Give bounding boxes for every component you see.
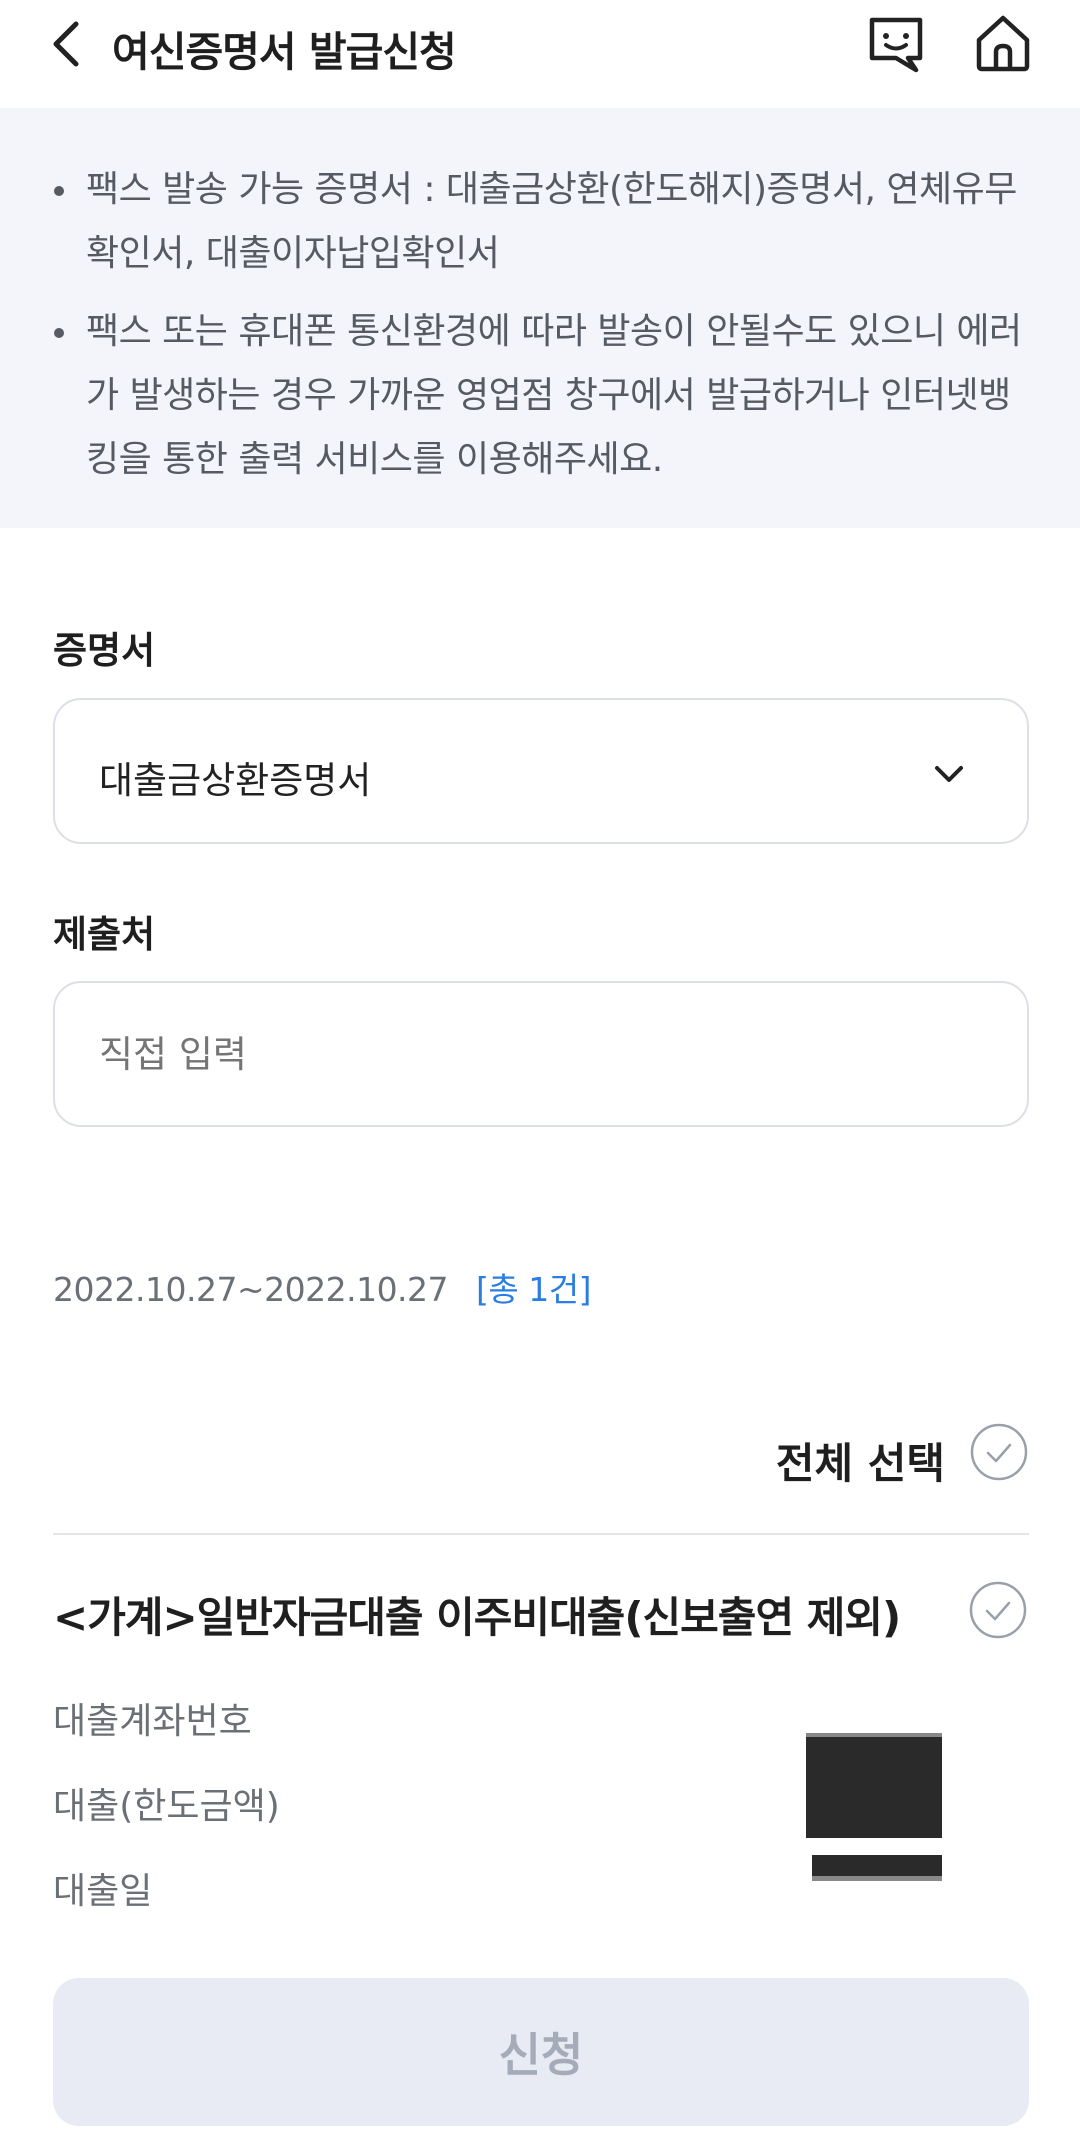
certificate-select[interactable]: 대출금상환증명서: [53, 698, 1029, 844]
notice-item: 팩스 발송 가능 증명서 : 대출금상환(한도해지)증명서, 연체유무 확인서,…: [50, 158, 1030, 286]
check-circle-icon: [970, 1423, 1028, 1481]
bullet: [54, 328, 64, 338]
loan-account-label: 대출계좌번호: [53, 1701, 252, 1742]
back-button[interactable]: [40, 14, 100, 74]
recipient-label: 제출처: [53, 913, 156, 956]
home-button[interactable]: [970, 10, 1036, 76]
chevron-down-icon: [935, 766, 963, 782]
loan-title: <가계>일반자금대출 이주비대출(신보출연 제외): [53, 1593, 901, 1642]
redacted-block: [806, 1733, 942, 1838]
recipient-input[interactable]: [99, 1033, 979, 1076]
period-count: [총 1건]: [476, 1270, 592, 1309]
app-header: 여신증명서 발급신청: [0, 0, 1080, 108]
chatbot-button[interactable]: [864, 12, 928, 76]
loan-date-label: 대출일: [53, 1871, 153, 1912]
period-range: 2022.10.27~2022.10.27: [53, 1270, 449, 1309]
page-title: 여신증명서 발급신청: [112, 28, 457, 76]
period-info: 2022.10.27~2022.10.27 [총 1건]: [53, 1263, 592, 1311]
redacted-block: [812, 1855, 942, 1881]
select-all-label: 전체 선택: [775, 1439, 945, 1488]
notice-item: 팩스 또는 휴대폰 통신환경에 따라 발송이 안될수도 있으니 에러가 발생하는…: [50, 300, 1030, 492]
apply-button[interactable]: 신청: [53, 1978, 1029, 2126]
certificate-label: 증명서: [53, 629, 156, 672]
notice-text: 팩스 발송 가능 증명서 : 대출금상환(한도해지)증명서, 연체유무 확인서,…: [86, 169, 1017, 274]
select-all-toggle[interactable]: 전체 선택: [729, 1422, 1029, 1488]
screen: 여신증명서 발급신청 팩스 발송 가능 증명서 : 대출금상환(한도해지)증명서…: [0, 0, 1080, 2143]
notice-text: 팩스 또는 휴대폰 통신환경에 따라 발송이 안될수도 있으니 에러가 발생하는…: [86, 311, 1022, 480]
divider: [53, 1533, 1029, 1535]
chevron-left-icon: [53, 21, 79, 67]
home-icon: [976, 15, 1030, 72]
scroll-fade: [0, 1930, 1080, 1970]
loan-amount-label: 대출(한도금액): [53, 1786, 280, 1827]
bullet: [54, 186, 64, 196]
certificate-value: 대출금상환증명서: [99, 759, 372, 802]
check-circle-icon[interactable]: [968, 1580, 1028, 1640]
chatbot-icon: [869, 17, 923, 73]
notice-box: 팩스 발송 가능 증명서 : 대출금상환(한도해지)증명서, 연체유무 확인서,…: [0, 108, 1080, 528]
recipient-field[interactable]: [53, 981, 1029, 1127]
